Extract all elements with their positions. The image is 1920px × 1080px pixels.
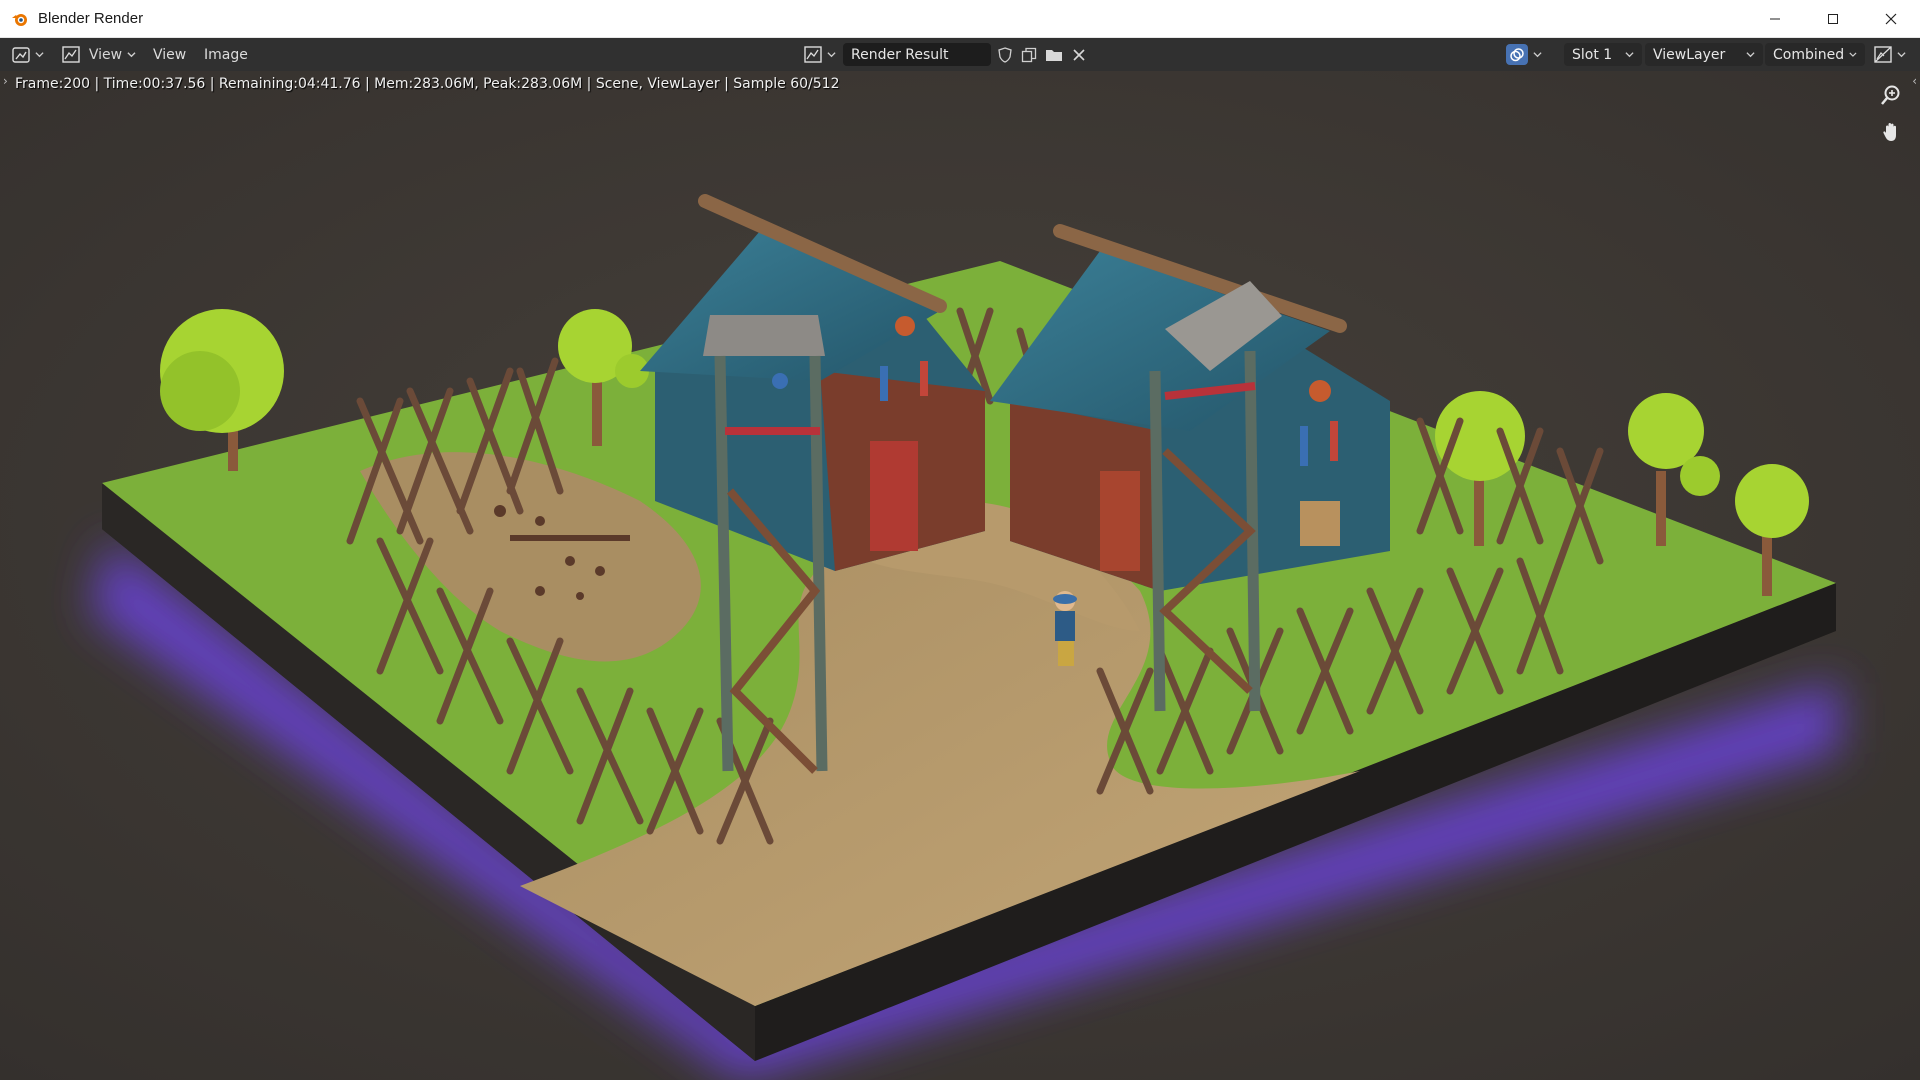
open-image-button[interactable] [1042, 43, 1066, 66]
view-layer-label: ViewLayer [1653, 46, 1726, 63]
view-mode-dropdown[interactable]: View [60, 43, 136, 66]
close-icon [1885, 13, 1897, 25]
minimize-button[interactable] [1746, 0, 1804, 38]
new-image-button[interactable] [1017, 43, 1041, 66]
render-info-text: Frame:200 | Time:00:37.56 | Remaining:04… [15, 76, 840, 92]
window-titlebar: Blender Render [0, 0, 1920, 38]
image-editor-header: View View Image Render Result Slot 1 Vie… [0, 38, 1920, 71]
shield-icon [998, 46, 1012, 63]
image-browse-dropdown[interactable] [804, 43, 840, 66]
image-editor-icon [12, 46, 30, 63]
sidebar-toggle-arrow[interactable]: ‹ [1912, 74, 1917, 88]
chevron-down-icon [1533, 52, 1542, 58]
chevron-down-icon [127, 52, 136, 58]
render-pass-label: Combined [1773, 46, 1845, 63]
pan-gizmo-button[interactable] [1876, 117, 1906, 147]
slot-label: Slot 1 [1572, 46, 1613, 63]
display-channels-icon [1874, 46, 1892, 63]
chevron-down-icon [35, 52, 44, 58]
hand-icon [1883, 123, 1896, 141]
view-mode-label: View [88, 46, 123, 63]
duplicate-icon [1021, 47, 1037, 62]
chevron-down-icon [1849, 52, 1857, 57]
minimize-icon [1770, 18, 1780, 20]
window-title: Blender Render [38, 10, 144, 27]
menu-image[interactable]: Image [198, 43, 254, 66]
image-browse-icon [804, 46, 822, 63]
overlays-dropdown[interactable] [1506, 43, 1550, 66]
close-icon [1073, 48, 1085, 61]
toolbar-toggle-arrow[interactable]: › [3, 74, 8, 88]
overlay-icon [1506, 44, 1528, 65]
chevron-down-icon [1625, 52, 1634, 58]
maximize-icon [1828, 14, 1838, 24]
render-pass-select[interactable]: Combined [1765, 43, 1865, 66]
slot-select[interactable]: Slot 1 [1564, 43, 1642, 66]
unlink-image-button[interactable] [1067, 43, 1091, 66]
image-name-field[interactable]: Render Result [843, 43, 991, 66]
render-image [0, 71, 1920, 1080]
menu-view[interactable]: View [147, 43, 192, 66]
maximize-button[interactable] [1804, 0, 1862, 38]
chevron-down-icon [827, 52, 836, 58]
view-layer-select[interactable]: ViewLayer [1645, 43, 1763, 66]
folder-icon [1046, 49, 1062, 61]
display-channels-dropdown[interactable] [1874, 43, 1910, 66]
right-hut-door [1100, 471, 1140, 571]
close-window-button[interactable] [1862, 0, 1920, 38]
chevron-down-icon [1897, 52, 1906, 58]
blender-logo-icon [10, 9, 30, 29]
zoom-icon [1881, 85, 1900, 105]
editor-type-dropdown[interactable] [12, 43, 48, 66]
left-hut-door [870, 441, 918, 551]
zoom-gizmo-button[interactable] [1876, 80, 1906, 110]
fake-user-button[interactable] [993, 43, 1017, 66]
image-view-icon [62, 46, 80, 63]
chevron-down-icon [1746, 52, 1755, 58]
render-viewport[interactable]: Frame:200 | Time:00:37.56 | Remaining:04… [0, 71, 1920, 1080]
